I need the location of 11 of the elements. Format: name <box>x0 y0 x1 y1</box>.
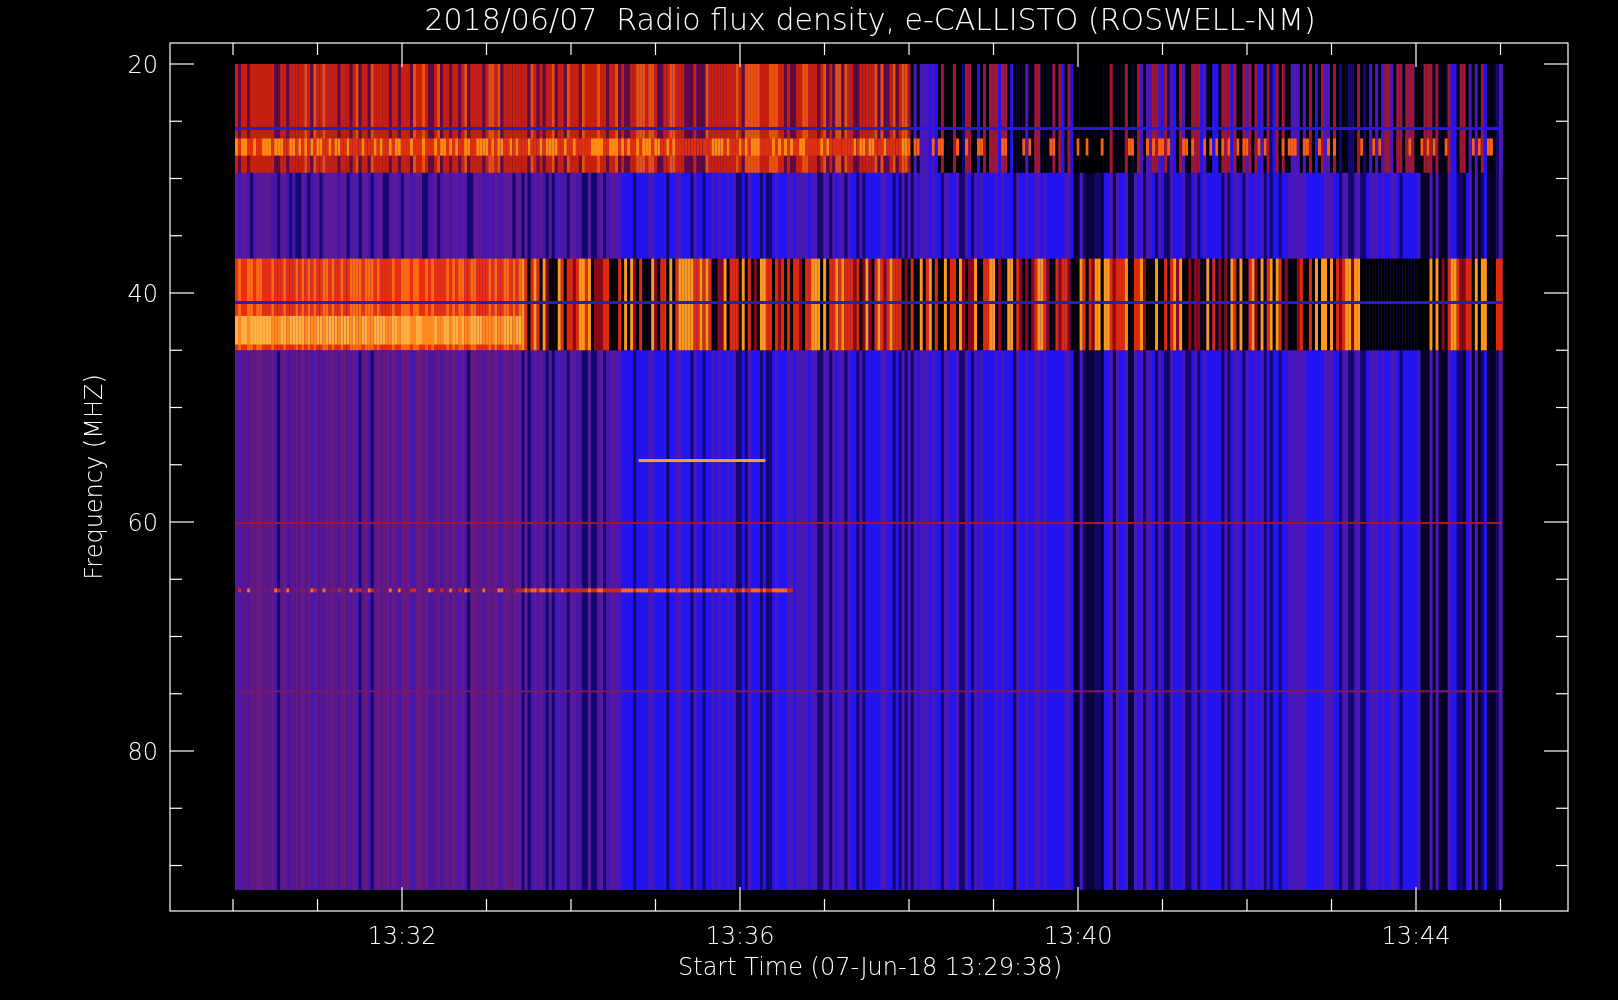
tick-label: 40 <box>127 280 158 308</box>
axis-label: Start Time (07-Jun-18 13:29:38) <box>678 953 1062 981</box>
tick-label: 13:32 <box>367 922 437 950</box>
tick-label: 13:36 <box>705 922 775 950</box>
tick-label: 13:40 <box>1043 922 1113 950</box>
tick-label: 80 <box>127 738 158 766</box>
chart-title: 2018/06/07 Radio flux density, e-CALLISTO (ROSWELL-NM) <box>424 2 1316 37</box>
tick-label: 60 <box>127 509 158 537</box>
tick-label: 13:44 <box>1381 922 1451 950</box>
tick-label: 20 <box>127 51 158 79</box>
axis-label: Frequency (MHZ) <box>80 374 108 580</box>
